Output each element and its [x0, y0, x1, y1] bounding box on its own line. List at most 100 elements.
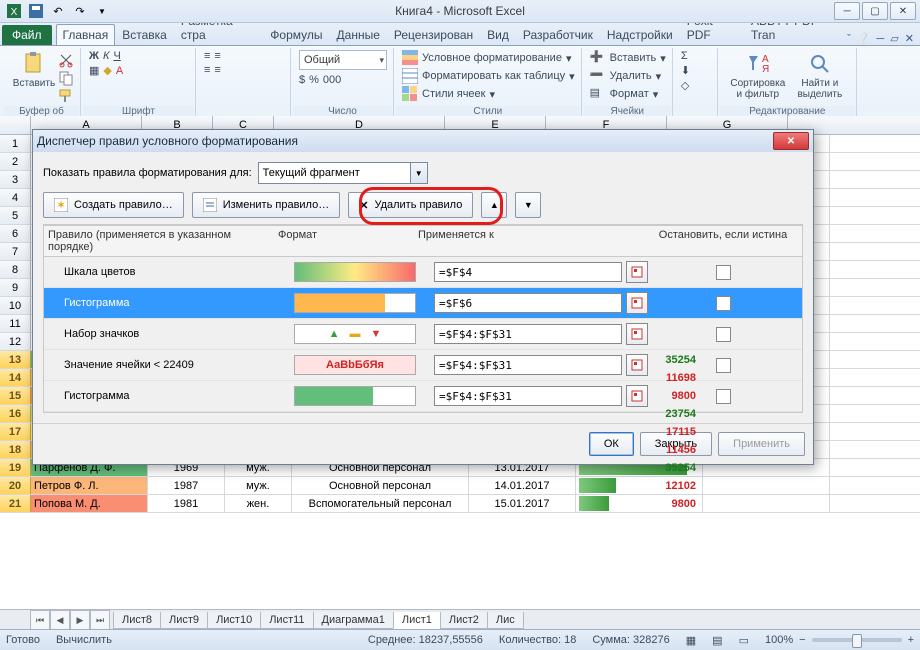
- table-row[interactable]: 20Петров Ф. Л.1987муж.Основной персонал1…: [0, 477, 920, 495]
- tab-review[interactable]: Рецензирован: [387, 24, 480, 45]
- range-input[interactable]: =$F$4: [434, 262, 622, 282]
- find-select-button[interactable]: Найти и выделить: [790, 50, 850, 100]
- cell[interactable]: 14.01.2017: [469, 477, 576, 494]
- zoom-control[interactable]: 100% − +: [765, 634, 914, 646]
- cell-styles-button[interactable]: Стили ячеек▾: [402, 86, 575, 102]
- stop-checkbox[interactable]: [716, 327, 731, 342]
- sheet-tab[interactable]: Лист1: [393, 612, 441, 629]
- cell[interactable]: 1981: [148, 495, 225, 512]
- sheet-tab[interactable]: Лист10: [207, 612, 261, 629]
- zoom-slider[interactable]: [812, 638, 902, 642]
- sheet-tab[interactable]: Лист9: [160, 612, 208, 629]
- file-tab[interactable]: Файл: [2, 25, 52, 45]
- row-header[interactable]: 8: [0, 261, 31, 278]
- cell[interactable]: Петров Ф. Л.: [31, 477, 148, 494]
- maximize-button[interactable]: ▢: [862, 2, 888, 20]
- mdi-restore-icon[interactable]: ▱: [890, 32, 898, 45]
- cell[interactable]: 12102: [576, 477, 703, 494]
- row-header[interactable]: 5: [0, 207, 31, 224]
- font-color-icon[interactable]: A: [116, 65, 123, 77]
- sheet-tab[interactable]: Лис: [487, 612, 524, 629]
- clear-icon[interactable]: ◇: [681, 79, 689, 92]
- row-header[interactable]: 6: [0, 225, 31, 242]
- row-header[interactable]: 15: [0, 387, 31, 404]
- range-picker-icon[interactable]: [626, 292, 648, 314]
- view-normal-icon[interactable]: ▦: [686, 634, 696, 647]
- delete-cells-button[interactable]: ➖Удалить▾: [590, 68, 666, 84]
- stop-checkbox[interactable]: [716, 265, 731, 280]
- new-rule-button[interactable]: ✶ Создать правило…: [43, 192, 184, 218]
- tab-formulas[interactable]: Формулы: [263, 24, 329, 45]
- move-down-button[interactable]: ▼: [515, 192, 541, 218]
- cell[interactable]: Вспомогательный персонал: [292, 495, 469, 512]
- autosum-icon[interactable]: Σ: [681, 50, 688, 62]
- row-header[interactable]: 4: [0, 189, 31, 206]
- ok-button[interactable]: ОК: [589, 432, 634, 456]
- sheet-tab[interactable]: Диаграмма1: [313, 612, 394, 629]
- row-header[interactable]: 17: [0, 423, 31, 440]
- fill-color-icon[interactable]: ◆: [103, 64, 111, 77]
- format-painter-icon[interactable]: [58, 88, 74, 104]
- view-layout-icon[interactable]: ▤: [712, 634, 722, 647]
- redo-icon[interactable]: ↷: [70, 1, 90, 21]
- tab-view[interactable]: Вид: [480, 24, 516, 45]
- row-header[interactable]: 13: [0, 351, 31, 368]
- tab-prev-icon[interactable]: ◀: [50, 610, 70, 630]
- select-all-corner[interactable]: [0, 116, 31, 134]
- bold-icon[interactable]: Ж: [89, 50, 99, 62]
- align-mid-icon[interactable]: ≡: [214, 50, 220, 62]
- align-center-icon[interactable]: ≡: [214, 64, 220, 76]
- currency-icon[interactable]: $: [299, 74, 305, 86]
- insert-cells-button[interactable]: ➕Вставить▾: [590, 50, 666, 66]
- stop-checkbox[interactable]: [716, 358, 731, 373]
- cell[interactable]: 9800: [576, 495, 703, 512]
- cell[interactable]: муж.: [225, 477, 292, 494]
- sheet-tab[interactable]: Лист8: [113, 612, 161, 629]
- fill-icon[interactable]: ⬇: [681, 64, 690, 77]
- sheet-tab[interactable]: Лист11: [260, 612, 313, 629]
- range-input[interactable]: =$F$4:$F$31: [434, 386, 622, 406]
- comma-icon[interactable]: 000: [323, 74, 341, 86]
- qat-dropdown-icon[interactable]: ▼: [92, 1, 112, 21]
- show-rules-select[interactable]: Текущий фрагмент▼: [258, 162, 428, 184]
- row-header[interactable]: 1: [0, 135, 31, 152]
- row-header[interactable]: 7: [0, 243, 31, 260]
- paste-button[interactable]: Вставить: [10, 50, 58, 104]
- close-window-button[interactable]: ✕: [890, 2, 916, 20]
- rule-row[interactable]: Набор значков▲▬▼=$F$4:$F$31: [44, 319, 802, 350]
- stop-checkbox[interactable]: [716, 296, 731, 311]
- dialog-titlebar[interactable]: Диспетчер правил условного форматировани…: [33, 130, 813, 152]
- italic-icon[interactable]: К: [103, 50, 109, 62]
- range-picker-icon[interactable]: [626, 354, 648, 376]
- row-header[interactable]: 19: [0, 459, 31, 476]
- save-icon[interactable]: [26, 1, 46, 21]
- minimize-button[interactable]: ─: [834, 2, 860, 20]
- undo-icon[interactable]: ↶: [48, 1, 68, 21]
- sheet-tab[interactable]: Лист2: [440, 612, 488, 629]
- tab-next-icon[interactable]: ▶: [70, 610, 90, 630]
- cell[interactable]: Основной персонал: [292, 477, 469, 494]
- range-picker-icon[interactable]: [626, 261, 648, 283]
- range-input[interactable]: =$F$4:$F$31: [434, 324, 622, 344]
- format-as-table-button[interactable]: Форматировать как таблицу▾: [402, 68, 575, 84]
- stop-checkbox[interactable]: [716, 389, 731, 404]
- status-calc[interactable]: Вычислить: [56, 634, 112, 646]
- mdi-minimize-icon[interactable]: ─: [877, 33, 885, 45]
- cell[interactable]: Попова М. Д.: [31, 495, 148, 512]
- sort-filter-button[interactable]: АЯ Сортировка и фильтр: [726, 50, 790, 100]
- row-header[interactable]: 20: [0, 477, 31, 494]
- tab-first-icon[interactable]: ⏮: [30, 610, 50, 630]
- border-icon[interactable]: ▦: [89, 64, 99, 77]
- format-cells-button[interactable]: ▤Формат▾: [590, 86, 666, 102]
- cell[interactable]: 1987: [148, 477, 225, 494]
- copy-icon[interactable]: [58, 70, 74, 86]
- edit-rule-button[interactable]: Изменить правило…: [192, 192, 341, 218]
- row-header[interactable]: 11: [0, 315, 31, 332]
- conditional-formatting-button[interactable]: Условное форматирование▾: [402, 50, 575, 66]
- dialog-close-button[interactable]: ✕: [773, 132, 809, 150]
- cell[interactable]: жен.: [225, 495, 292, 512]
- zoom-in-icon[interactable]: +: [908, 634, 914, 646]
- number-format-combo[interactable]: Общий: [299, 50, 387, 70]
- row-header[interactable]: 14: [0, 369, 31, 386]
- range-picker-icon[interactable]: [626, 323, 648, 345]
